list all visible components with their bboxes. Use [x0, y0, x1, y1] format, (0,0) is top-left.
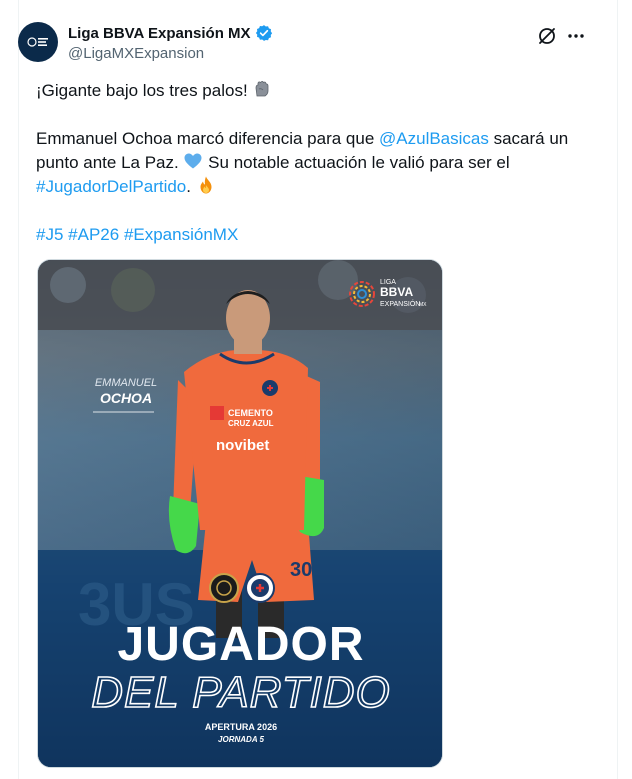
name-row: Liga BBVA Expansión MX: [68, 24, 273, 42]
poster-season: APERTURA 2026: [205, 722, 277, 732]
svg-text:EXPANSIÓN: EXPANSIÓN: [380, 299, 420, 308]
poster-title-2: DEL PARTIDO: [91, 668, 391, 717]
tweet-line-3: punto ante La Paz. Su notable actuación …: [36, 151, 596, 175]
shorts-number: 30: [290, 559, 312, 581]
more-options-icon[interactable]: [566, 26, 586, 46]
player-last-name: OCHOA: [100, 390, 152, 406]
svg-text:MX: MX: [419, 302, 427, 308]
tweet-media-image[interactable]: 3US LIGA BBVA EXPANSIÓN MX EMMANUEL OCHO…: [37, 259, 443, 768]
match-poster-graphic: 3US LIGA BBVA EXPANSIÓN MX EMMANUEL OCHO…: [38, 260, 442, 767]
poster-title-1: JUGADOR: [117, 618, 364, 671]
grok-icon[interactable]: [537, 26, 557, 46]
la-paz-crest-icon: [209, 573, 239, 603]
hashtag-link[interactable]: #JugadorDelPartido: [36, 177, 186, 196]
tweet-text: sacará un: [488, 129, 569, 148]
verified-badge-icon: [255, 25, 272, 41]
tweet-text: Emmanuel Ochoa marcó diferencia para que: [36, 129, 380, 148]
tweet-line-4: #JugadorDelPartido.: [36, 175, 596, 199]
tweet-header: Liga BBVA Expansión MX @LigaMXExpansion: [18, 22, 598, 66]
shirt-sponsor-1: CEMENTO: [228, 408, 273, 418]
fire-emoji-icon: [200, 176, 212, 194]
hashtag-link[interactable]: #J5: [36, 225, 63, 244]
tweet-paragraph-2: Emmanuel Ochoa marcó diferencia para que…: [36, 127, 596, 199]
avatar[interactable]: [18, 22, 58, 62]
poster-round: JORNADA 5: [218, 735, 264, 744]
hashtag-link[interactable]: #ExpansiónMX: [124, 225, 238, 244]
hashtag-link[interactable]: #AP26: [68, 225, 119, 244]
tweet-text: .: [186, 177, 196, 196]
tweet-line-2: Emmanuel Ochoa marcó diferencia para que…: [36, 127, 596, 151]
player-first-name: EMMANUEL: [95, 377, 157, 389]
tweet-text: Su notable actuación le valió para ser e…: [203, 153, 510, 172]
display-name[interactable]: Liga BBVA Expansión MX: [68, 25, 251, 42]
mention-link[interactable]: @AzulBasicas: [379, 129, 489, 148]
league-logo-icon: [27, 37, 48, 47]
tweet-text-intro: ¡Gigante bajo los tres palos!: [36, 81, 248, 100]
handle[interactable]: @LigaMXExpansion: [68, 45, 204, 62]
shirt-sponsor-3: novibet: [216, 437, 269, 454]
tweet-text: punto ante La Paz.: [36, 153, 184, 172]
blue-heart-emoji-icon: [184, 153, 202, 169]
svg-text:BBVA: BBVA: [380, 285, 413, 299]
shirt-sponsor-2: CRUZ AZUL: [228, 419, 274, 428]
tweet-line-1: ¡Gigante bajo los tres palos!: [36, 79, 272, 103]
gloves-emoji-icon: [256, 80, 269, 97]
hashtags-row: #J5 #AP26 #ExpansiónMX: [36, 223, 238, 247]
